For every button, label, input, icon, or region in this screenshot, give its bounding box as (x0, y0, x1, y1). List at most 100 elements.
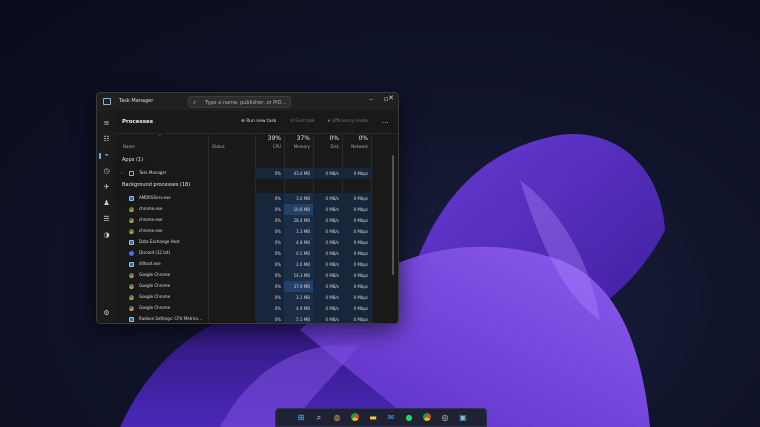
chrome-icon[interactable] (350, 413, 360, 423)
mail-icon[interactable]: ✉ (386, 413, 396, 423)
process-name: AMDRSServ.exe (139, 195, 171, 200)
table-row[interactable]: dllhost.exe 0% 2.6 MB 0 MB/s 0 Mbps (115, 259, 398, 270)
efficiency-mode-label: Efficiency mode (332, 119, 369, 124)
disk-label: Disk (330, 144, 339, 149)
process-name: Data Exchange Host (139, 239, 180, 244)
table-row[interactable]: chrome.exe 0% 28.4 MB 0 MB/s 0 Mbps (115, 215, 398, 226)
disk-cell: 0 MB/s (313, 204, 342, 215)
disk-cell: 0 MB/s (313, 303, 342, 314)
memory-total: 37% (296, 135, 310, 142)
chrome-icon (129, 306, 134, 311)
task-manager-icon[interactable]: ▣ (458, 413, 468, 423)
task-manager-window: Task Manager ⌕ – ▫ ✕ ≡ ☷ ⌁ ◷ ✈ ♟ ☰ ◑ ⚙ P… (96, 92, 399, 324)
page-title: Processes (122, 119, 154, 125)
column-memory[interactable]: 37% Memory (284, 135, 313, 153)
chrome-icon (129, 273, 134, 278)
performance-icon[interactable]: ⌁ (102, 151, 111, 160)
table-row[interactable]: Google Chrome 0% 37.9 MB 0 MB/s 0 Mbps (115, 281, 398, 292)
obs-icon[interactable]: ◎ (440, 413, 450, 423)
more-options-button[interactable]: ... (382, 117, 389, 125)
close-button[interactable]: ✕ (385, 94, 397, 102)
memory-cell: 3.6 MB (284, 193, 313, 204)
process-name: Google Chrome (139, 305, 171, 310)
table-row[interactable]: AMDRSServ.exe 0% 3.6 MB 0 MB/s 0 Mbps (115, 193, 398, 204)
search-box[interactable]: ⌕ (188, 96, 291, 108)
network-cell: 0 Mbps (342, 303, 371, 314)
details-icon[interactable]: ☰ (102, 215, 111, 224)
group-background: Background processes (18) (122, 182, 191, 188)
disk-cell: 0 MB/s (313, 168, 342, 179)
network-cell: 0 Mbps (342, 270, 371, 281)
memory-cell: 43.4 MB (284, 168, 313, 179)
table-row[interactable]: chrome.exe 0% 10.8 MB 0 MB/s 0 Mbps (115, 204, 398, 215)
scrollbar[interactable] (392, 155, 394, 275)
title-bar[interactable]: Task Manager ⌕ – ▫ ✕ (97, 93, 398, 111)
network-cell: 0 Mbps (342, 259, 371, 270)
column-network[interactable]: 0% Network (342, 135, 371, 153)
search-icon[interactable]: ⌕ (314, 413, 324, 423)
cpu-cell: 0% (255, 168, 284, 179)
chrome-icon (129, 229, 134, 234)
services-icon[interactable]: ◑ (102, 231, 111, 240)
table-row[interactable]: Discord (32 bit) 0% 0.5 MB 0 MB/s 0 Mbps (115, 248, 398, 259)
disk-total: 0% (329, 135, 339, 142)
cpu-cell: 0% (255, 270, 284, 281)
processes-icon[interactable]: ☷ (102, 135, 111, 144)
file-explorer-icon[interactable]: ▬ (368, 413, 378, 423)
settings-icon[interactable]: ⚙ (102, 309, 111, 318)
table-row[interactable]: chrome.exe 0% 1.3 MB 0 MB/s 0 Mbps (115, 226, 398, 237)
memory-cell: 1.3 MB (284, 226, 313, 237)
cpu-total: 39% (267, 135, 281, 142)
network-cell: 0 Mbps (342, 281, 371, 292)
network-cell: 0 Mbps (342, 226, 371, 237)
end-task-button[interactable]: ⊘ End task (290, 119, 315, 124)
app-icon (129, 240, 134, 245)
table-row[interactable]: Google Chrome 0% 3.1 MB 0 MB/s 0 Mbps (115, 292, 398, 303)
table-row[interactable]: Google Chrome 0% 4.9 MB 0 MB/s 0 Mbps (115, 303, 398, 314)
table-row[interactable]: Data Exchange Host 0% 4.8 MB 0 MB/s 0 Mbps (115, 237, 398, 248)
windows-start-icon[interactable]: ⊞ (296, 413, 306, 423)
process-name: chrome.exe (139, 206, 163, 211)
table-row[interactable]: Radeon Settings: CPU Metrics... 0% 5.1 MB 0… (115, 314, 398, 323)
process-name: Discord (32 bit) (139, 250, 171, 255)
disk-cell: 0 MB/s (313, 270, 342, 281)
chrome-icon (129, 295, 134, 300)
task-manager-icon (129, 171, 134, 176)
chevron-right-icon[interactable]: › (121, 170, 123, 175)
task-manager-icon (103, 98, 111, 105)
memory-cell: 10.8 MB (284, 204, 313, 215)
sidebar: ≡ ☷ ⌁ ◷ ✈ ♟ ☰ ◑ ⚙ (97, 111, 115, 323)
column-cpu[interactable]: 39% CPU (255, 135, 284, 153)
cpu-cell: 0% (255, 314, 284, 323)
column-status[interactable]: Status (212, 144, 225, 149)
efficiency-mode-button[interactable]: ❦ Efficiency mode (327, 119, 368, 124)
memory-cell: 0.5 MB (284, 248, 313, 259)
chrome-icon (129, 218, 134, 223)
table-row[interactable]: Google Chrome 0% 14.3 MB 0 MB/s 0 Mbps (115, 270, 398, 281)
app-history-icon[interactable]: ◷ (102, 167, 111, 176)
cpu-cell: 0% (255, 226, 284, 237)
group-apps: Apps (1) (122, 157, 144, 163)
spotify-icon[interactable]: ● (404, 413, 414, 423)
memory-cell: 14.3 MB (284, 270, 313, 281)
table-row[interactable]: › Task Manager 0% 43.4 MB 0 MB/s 0 Mbps (115, 168, 398, 179)
cpu-cell: 0% (255, 281, 284, 292)
search-icon: ⌕ (193, 99, 197, 106)
hamburger-icon[interactable]: ≡ (102, 119, 111, 128)
app-icon (129, 196, 134, 201)
network-cell: 0 Mbps (342, 248, 371, 259)
users-icon[interactable]: ♟ (102, 199, 111, 208)
column-disk[interactable]: 0% Disk (313, 135, 342, 153)
network-cell: 0 Mbps (342, 314, 371, 323)
search-input[interactable] (205, 98, 289, 107)
minimize-button[interactable]: – (365, 95, 377, 103)
process-name: Google Chrome (139, 283, 171, 288)
column-name[interactable]: Name (123, 144, 135, 149)
end-task-label: End task (295, 119, 315, 124)
run-new-task-button[interactable]: ⊕ Run new task (241, 119, 276, 124)
network-cell: 0 Mbps (342, 204, 371, 215)
cpu-cell: 0% (255, 215, 284, 226)
chat-icon[interactable]: ◍ (332, 413, 342, 423)
startup-icon[interactable]: ✈ (102, 183, 111, 192)
chrome-icon[interactable] (422, 413, 432, 423)
